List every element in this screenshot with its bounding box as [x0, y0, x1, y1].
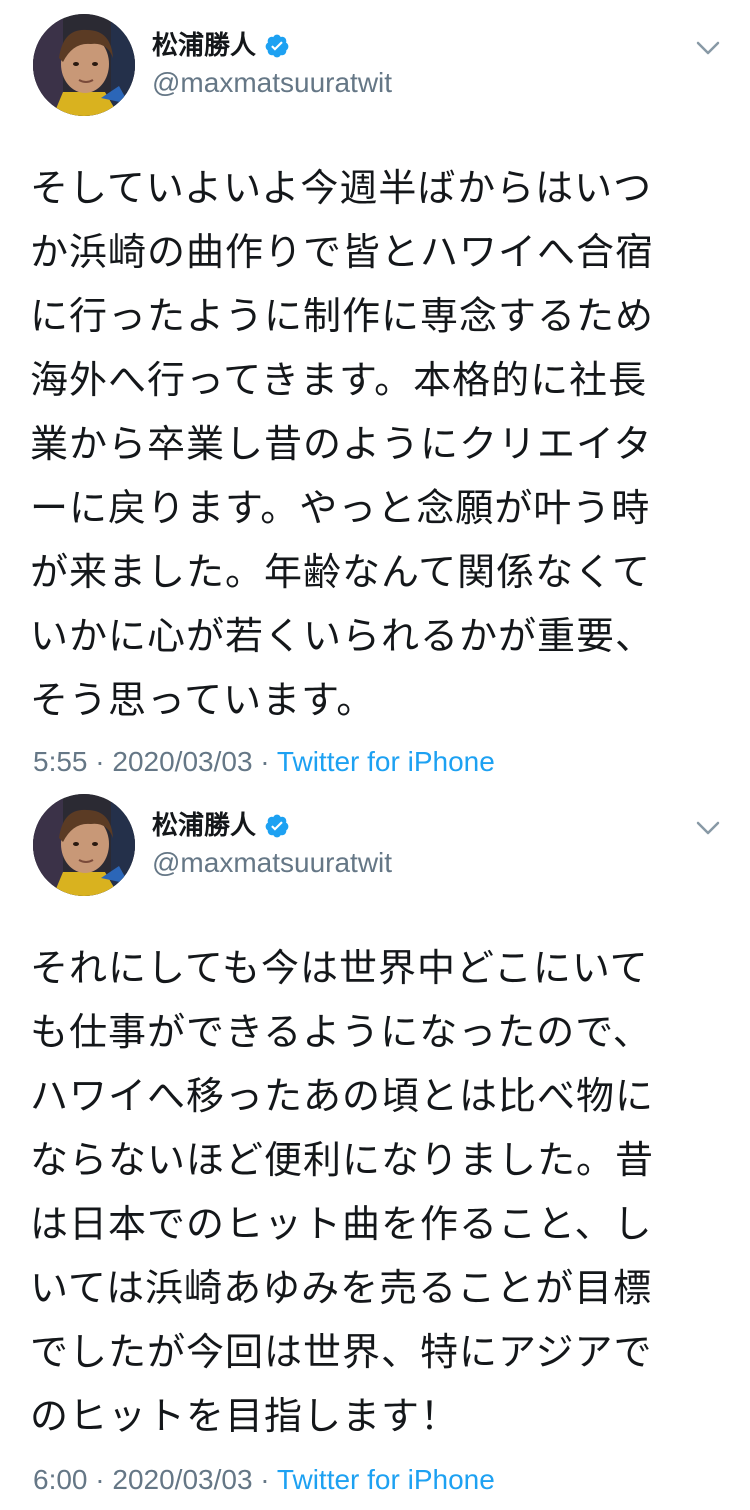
tweet-date[interactable]: 2020/03/03	[112, 746, 252, 777]
handle[interactable]: @maxmatsuuratwit	[152, 66, 392, 100]
meta-separator: ·	[87, 746, 113, 777]
tweet-text: そしていよいよ今週半ばからはいつ か浜崎の曲作りで皆とハワイへ合宿 に行ったよう…	[30, 166, 655, 722]
avatar[interactable]	[33, 14, 135, 116]
meta-separator: ·	[252, 746, 277, 777]
display-name[interactable]: 松浦勝人	[152, 30, 256, 62]
tweet-time[interactable]: 5:55	[33, 746, 88, 777]
verified-badge-icon	[264, 813, 290, 839]
tweet-date[interactable]: 2020/03/03	[112, 1464, 252, 1495]
avatar[interactable]	[33, 794, 135, 896]
author-row: 松浦勝人	[152, 810, 290, 842]
tweet-meta: 5:55 · 2020/03/03 · Twitter for iPhone	[33, 745, 495, 779]
handle[interactable]: @maxmatsuuratwit	[152, 846, 392, 880]
meta-separator: ·	[252, 1464, 277, 1495]
meta-separator: ·	[87, 1464, 113, 1495]
tweet-text: それにしても今は世界中どこにいて も仕事ができるようになったので、 ハワイへ移っ…	[30, 946, 655, 1438]
display-name[interactable]: 松浦勝人	[152, 810, 256, 842]
tweet-time[interactable]: 6:00	[33, 1464, 88, 1495]
chevron-down-icon[interactable]	[694, 818, 722, 838]
chevron-down-icon[interactable]	[694, 38, 722, 58]
author-row: 松浦勝人	[152, 30, 290, 62]
tweet-source-link[interactable]: Twitter for iPhone	[277, 1464, 495, 1495]
tweet-meta: 6:00 · 2020/03/03 · Twitter for iPhone	[33, 1463, 495, 1497]
verified-badge-icon	[264, 33, 290, 59]
tweet-source-link[interactable]: Twitter for iPhone	[277, 746, 495, 777]
